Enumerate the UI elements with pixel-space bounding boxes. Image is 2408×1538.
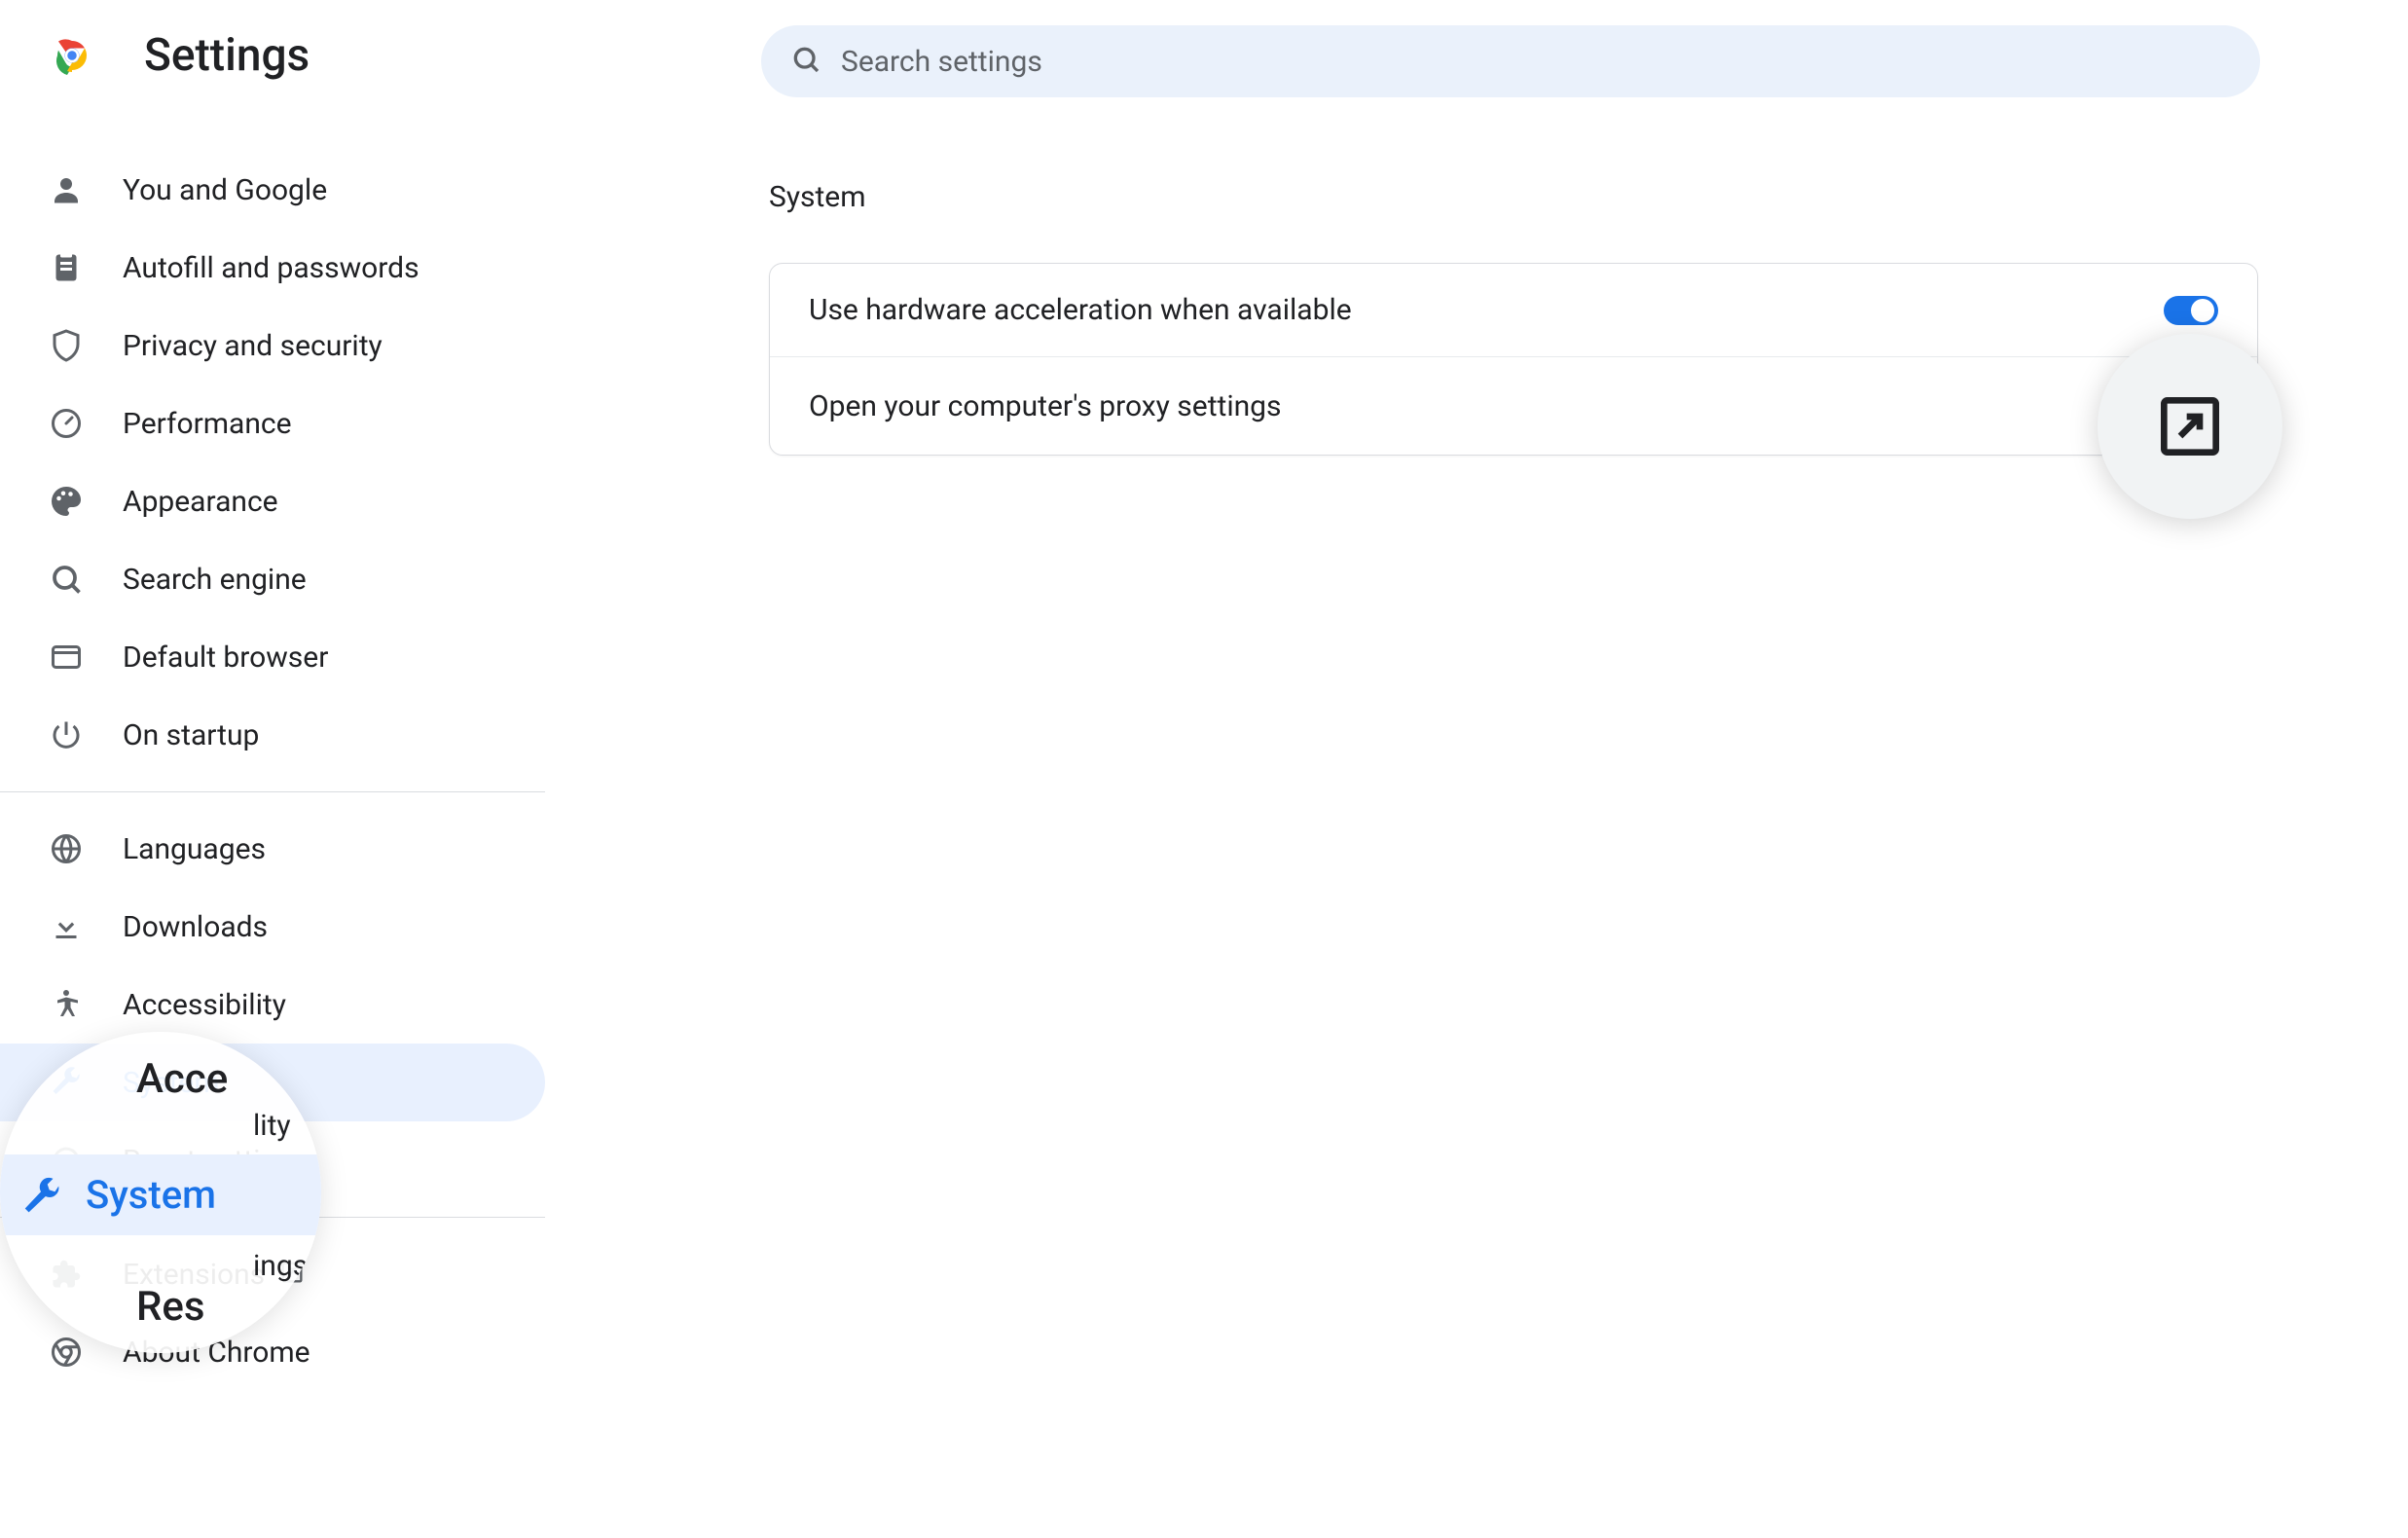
power-icon — [49, 717, 84, 752]
palette-icon — [49, 484, 84, 519]
sidebar-item-privacy[interactable]: Privacy and security — [0, 307, 545, 384]
sidebar-item-label: You and Google — [123, 173, 327, 207]
sidebar-item-startup[interactable]: On startup — [0, 696, 545, 774]
sidebar-item-appearance[interactable]: Appearance — [0, 462, 545, 540]
shield-icon — [49, 328, 84, 363]
sidebar-item-label: Downloads — [123, 910, 268, 944]
zoom-label-system: System — [86, 1172, 216, 1218]
speedometer-icon — [49, 406, 84, 441]
zoom-highlight-proxy-icon — [2098, 334, 2282, 519]
sidebar-divider — [0, 791, 545, 792]
zoom-highlight-sidebar-system: Acce lity System ings Res — [0, 1032, 321, 1353]
search-bar[interactable] — [761, 25, 2260, 97]
sidebar-item-label: Autofill and passwords — [123, 251, 420, 285]
external-link-icon — [2151, 387, 2229, 465]
settings-row-proxy[interactable]: Open your computer's proxy settings — [770, 357, 2257, 455]
globe-icon — [49, 831, 84, 866]
sidebar-item-performance[interactable]: Performance — [0, 384, 545, 462]
person-icon — [49, 172, 84, 207]
sidebar-item-label: Appearance — [123, 485, 278, 519]
zoom-partial-text: ings — [253, 1249, 308, 1283]
accessibility-icon — [49, 987, 84, 1022]
sidebar-item-languages[interactable]: Languages — [0, 810, 545, 888]
sidebar-item-label: Search engine — [123, 563, 307, 597]
settings-card: Use hardware acceleration when available… — [769, 263, 2258, 456]
zoom-partial-text: lity — [253, 1109, 291, 1143]
section-title: System — [769, 180, 2258, 214]
sidebar-item-you-and-google[interactable]: You and Google — [0, 151, 545, 229]
page-title: Settings — [144, 29, 310, 82]
sidebar-item-label: Performance — [123, 407, 292, 441]
zoom-partial-text: Res — [136, 1283, 205, 1331]
search-input[interactable] — [841, 45, 2231, 79]
settings-row-hardware-accel[interactable]: Use hardware acceleration when available — [770, 264, 2257, 357]
sidebar-item-search-engine[interactable]: Search engine — [0, 540, 545, 618]
sidebar-item-autofill[interactable]: Autofill and passwords — [0, 229, 545, 307]
download-icon — [49, 909, 84, 944]
search-icon — [49, 562, 84, 597]
zoom-partial-text: Acce — [136, 1055, 228, 1103]
sidebar-item-label: Languages — [123, 832, 266, 866]
search-icon — [790, 44, 821, 79]
zoom-row-system: System — [0, 1154, 321, 1235]
sidebar-item-downloads[interactable]: Downloads — [0, 888, 545, 966]
sidebar-item-label: Privacy and security — [123, 329, 383, 363]
clipboard-icon — [49, 250, 84, 285]
wrench-icon — [19, 1175, 58, 1214]
toggle-hardware-accel[interactable] — [2164, 296, 2218, 325]
content-area: System Use hardware acceleration when av… — [769, 180, 2258, 456]
sidebar-item-label: Accessibility — [123, 988, 286, 1022]
chrome-logo-icon — [49, 32, 95, 79]
settings-row-label: Use hardware acceleration when available — [809, 293, 1352, 327]
settings-row-label: Open your computer's proxy settings — [809, 389, 1282, 423]
browser-icon — [49, 640, 84, 675]
sidebar-item-label: On startup — [123, 718, 259, 752]
sidebar-item-default-browser[interactable]: Default browser — [0, 618, 545, 696]
sidebar-item-label: Default browser — [123, 641, 328, 675]
